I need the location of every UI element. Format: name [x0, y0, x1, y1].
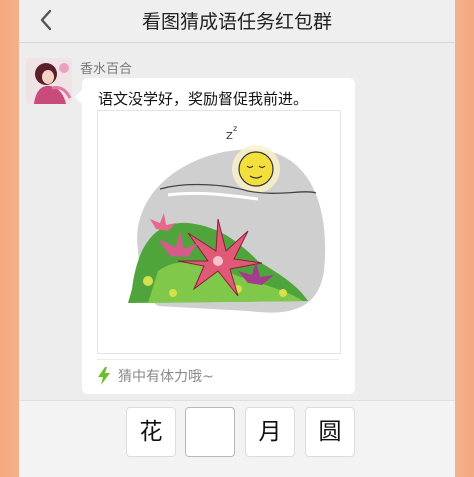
- svg-text:Z: Z: [226, 131, 233, 142]
- answer-char-2-empty[interactable]: [185, 407, 235, 457]
- answer-bar: [19, 400, 455, 477]
- sender-name: 香水百合: [80, 62, 133, 77]
- avatar[interactable]: [26, 58, 72, 104]
- top-bar: 看图猜成语任务红包群: [19, 0, 455, 43]
- divider: [97, 359, 339, 360]
- answer-char-1[interactable]: 花: [126, 407, 176, 457]
- idiom-illustration: Z z: [128, 124, 326, 313]
- answer-char-3[interactable]: 月: [245, 407, 295, 457]
- message-bubble[interactable]: 语文没学好，奖励督促我前进。 Z z 猜中有体力哦~: [75, 78, 355, 394]
- idiom-picture[interactable]: Z z: [97, 110, 341, 354]
- lightning-icon: [96, 367, 112, 385]
- avatar-image: [26, 58, 72, 104]
- svg-text:z: z: [233, 124, 237, 133]
- hint-row: 猜中有体力哦~: [96, 365, 214, 387]
- hint-text: 猜中有体力哦~: [118, 369, 214, 385]
- page-title: 看图猜成语任务红包群: [141, 11, 332, 33]
- chat-screen: 看图猜成语任务红包群 香水百合 语文没学好，奖励督促我前进。 Z z 猜中有体力…: [19, 0, 455, 477]
- message-text: 语文没学好，奖励督促我前进。: [98, 90, 309, 108]
- answer-char-4[interactable]: 圆: [305, 407, 355, 457]
